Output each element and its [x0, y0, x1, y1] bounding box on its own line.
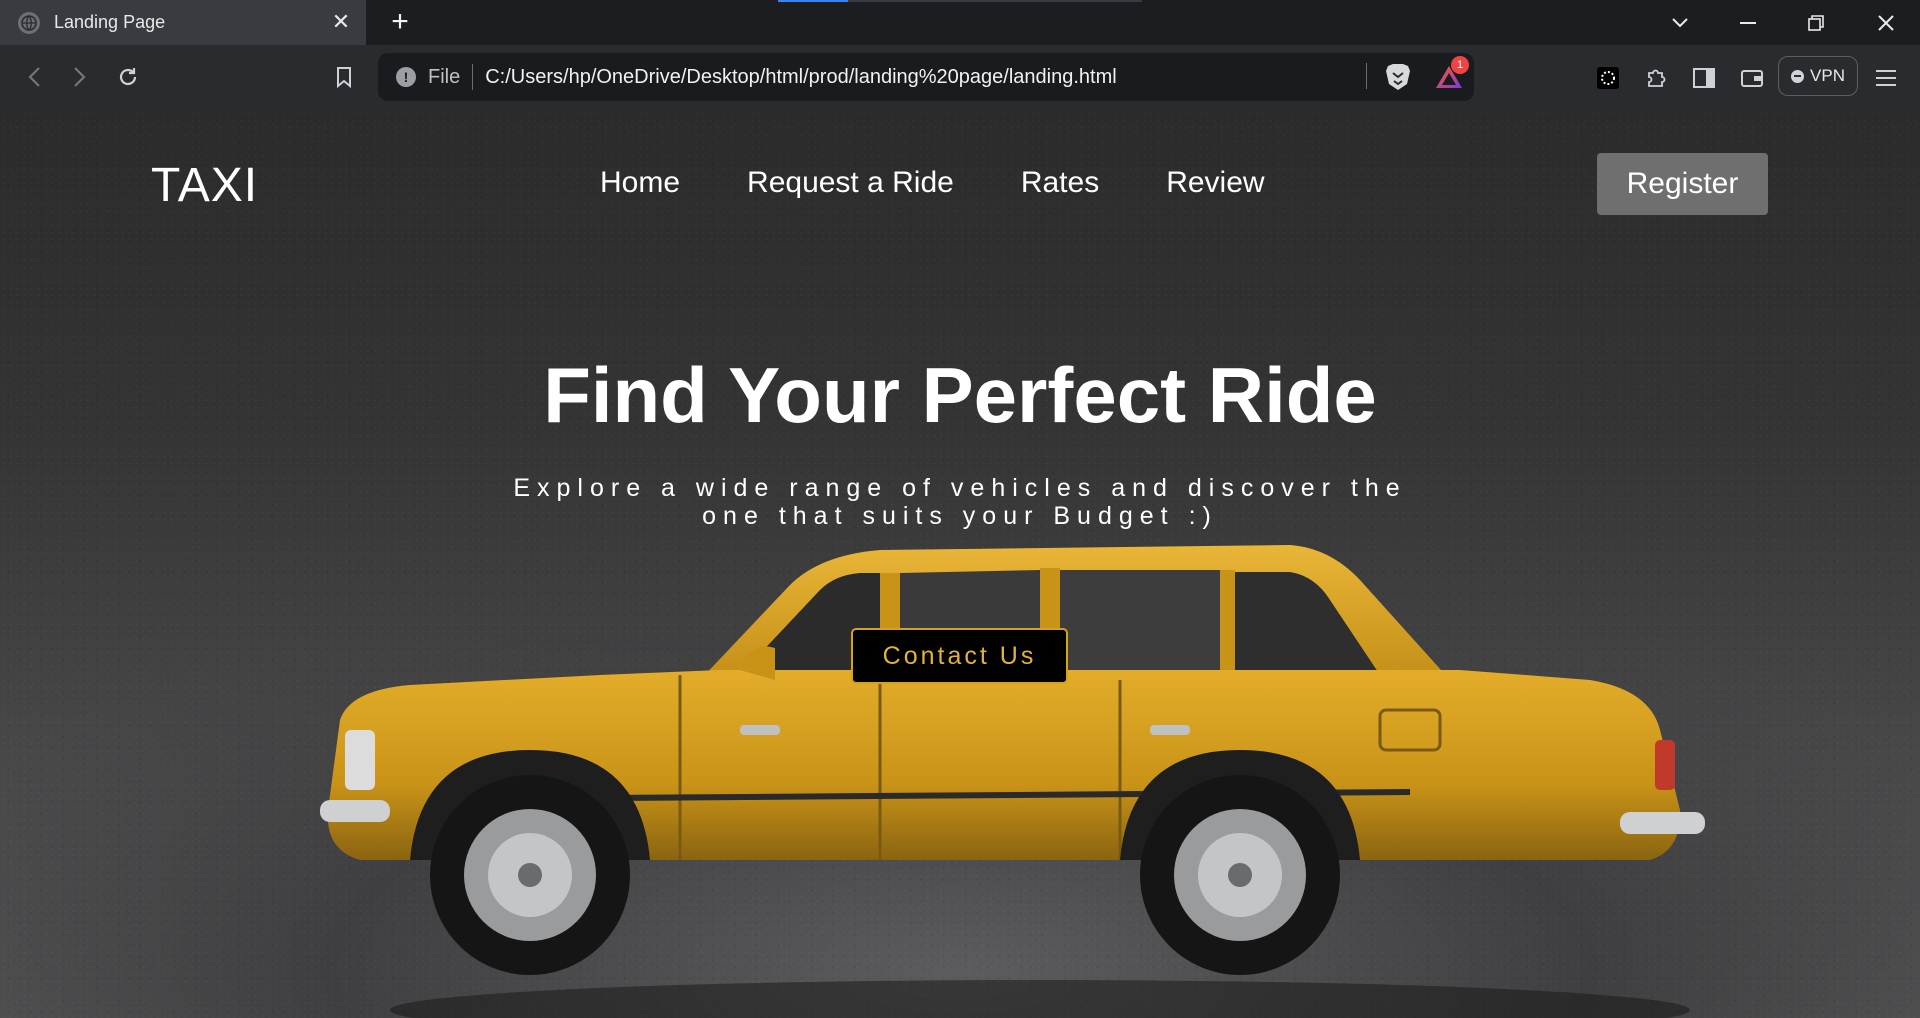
hero-subtitle-line-1: Explore a wide range of vehicles and dis…: [513, 474, 1407, 502]
menu-hamburger-icon[interactable]: [1872, 64, 1900, 92]
globe-icon: [18, 11, 40, 34]
hero-subtitle-line-2: one that suits your Budget :): [702, 502, 1218, 530]
extensions-puzzle-icon[interactable]: [1642, 64, 1670, 92]
site-nav: Home Request a Ride Rates Review: [600, 166, 1332, 200]
nav-link-review[interactable]: Review: [1166, 166, 1264, 200]
reload-icon[interactable]: [110, 59, 146, 95]
nav-link-request-ride[interactable]: Request a Ride: [747, 166, 954, 200]
minimize-icon[interactable]: [1720, 0, 1776, 45]
forward-arrow-icon[interactable]: [62, 59, 98, 95]
sidebar-toggle-icon[interactable]: [1690, 64, 1718, 92]
vpn-status-icon: [1791, 69, 1805, 83]
extension-app-icon[interactable]: [1594, 64, 1622, 92]
file-label: File: [428, 65, 461, 88]
site-info-icon[interactable]: !: [396, 67, 416, 87]
close-window-icon[interactable]: [1858, 0, 1914, 45]
restore-icon[interactable]: [1788, 0, 1844, 45]
wallet-icon[interactable]: [1738, 64, 1766, 92]
site-logo[interactable]: TAXI: [151, 158, 258, 213]
bookmark-icon[interactable]: [326, 59, 362, 95]
hero-subtitle: Explore a wide range of vehicles and dis…: [500, 474, 1420, 530]
brave-shields-icon[interactable]: [1384, 62, 1412, 92]
vpn-label: VPN: [1810, 66, 1845, 85]
address-divider-right: [1366, 63, 1367, 89]
register-button[interactable]: Register: [1597, 153, 1768, 215]
rewards-badge: 1: [1451, 56, 1469, 74]
contact-us-button[interactable]: Contact Us: [851, 628, 1068, 684]
nav-link-rates[interactable]: Rates: [1021, 166, 1099, 200]
tab-strip: Landing Page ✕ +: [0, 0, 1920, 45]
address-divider: [472, 64, 474, 90]
vpn-button[interactable]: VPN: [1778, 56, 1858, 96]
loading-track: [848, 0, 1142, 2]
nav-link-home[interactable]: Home: [600, 166, 680, 200]
url-text[interactable]: C:/Users/hp/OneDrive/Desktop/html/prod/l…: [485, 66, 1116, 89]
tab-landing-page[interactable]: Landing Page ✕: [0, 0, 366, 45]
page-viewport: TAXI Home Request a Ride Rates Review Re…: [0, 110, 1920, 1018]
taxi-car-image: [320, 545, 1705, 1018]
loading-indicator: [778, 0, 848, 2]
back-arrow-icon[interactable]: [16, 59, 52, 95]
new-tab-button[interactable]: +: [384, 5, 416, 38]
close-tab-icon[interactable]: ✕: [328, 9, 354, 35]
tab-search-chevron-icon[interactable]: [1652, 0, 1708, 45]
hero-title: Find Your Perfect Ride: [543, 351, 1377, 439]
tab-title: Landing Page: [54, 12, 166, 32]
address-bar[interactable]: ! File C:/Users/hp/OneDrive/Desktop/html…: [378, 53, 1474, 101]
